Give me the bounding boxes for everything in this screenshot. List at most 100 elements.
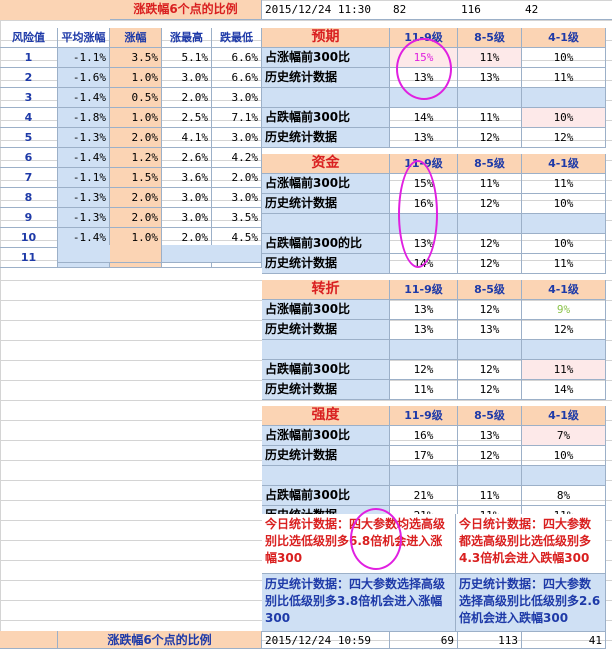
level-header: 4-1级 — [522, 406, 606, 426]
section-row-label: 占涨幅前300比 — [262, 48, 390, 68]
section-value — [522, 340, 606, 360]
section-value: 10% — [522, 446, 606, 466]
risk-cell: 4.1% — [162, 128, 212, 148]
section-value: 17% — [390, 446, 458, 466]
section-value: 12% — [458, 254, 522, 274]
risk-cell: 1.0% — [110, 108, 162, 128]
section-row-label: 历史统计数据 — [262, 320, 390, 340]
section-row-label: 历史统计数据 — [262, 446, 390, 466]
top-title: 涨跌幅6个点的比例 — [110, 0, 262, 20]
risk-cell: 3.0% — [162, 188, 212, 208]
section-value: 10% — [522, 194, 606, 214]
section-row-label — [262, 466, 390, 486]
risk-cell: 2.0% — [110, 188, 162, 208]
risk-cell: -1.3% — [58, 128, 110, 148]
risk-level: 5 — [0, 128, 58, 148]
left-header-2: 涨幅 — [110, 28, 162, 48]
section-row-label: 历史统计数据 — [262, 194, 390, 214]
hist-note-right: 历史统计数据：四大参数选择高级别比低级别多2.6倍机会进入跌幅300 — [456, 574, 606, 632]
section-value: 11% — [522, 68, 606, 88]
top-count-3: 42 — [522, 0, 612, 20]
bottom-empty — [0, 631, 58, 649]
risk-cell: -1.8% — [58, 108, 110, 128]
top-count-2: 116 — [458, 0, 522, 20]
level-header: 4-1级 — [522, 154, 606, 174]
level-header: 11-9级 — [390, 280, 458, 300]
today-note-right: 今日统计数据：四大参数都选高级别比选低级别多4.3倍机会进入跌幅300 — [456, 514, 606, 574]
section-row-label: 占涨幅前300比 — [262, 300, 390, 320]
risk-cell: 3.5% — [110, 48, 162, 68]
risk-cell: -1.6% — [58, 68, 110, 88]
risk-level: 2 — [0, 68, 58, 88]
risk-level: 1 — [0, 48, 58, 68]
section-value: 13% — [390, 128, 458, 148]
left-header-4: 跌最低 — [212, 28, 262, 48]
risk-cell: 3.0% — [212, 88, 262, 108]
risk-cell: 6.6% — [212, 48, 262, 68]
risk-level: 6 — [0, 148, 58, 168]
risk-cell: -1.1% — [58, 168, 110, 188]
section-value: 13% — [458, 68, 522, 88]
section-value — [458, 214, 522, 234]
section-value — [390, 340, 458, 360]
section-title: 预期 — [262, 28, 390, 48]
risk-cell: 2.0% — [212, 168, 262, 188]
risk-cell: 2.0% — [110, 208, 162, 228]
risk-level: 8 — [0, 188, 58, 208]
risk-cell: 7.1% — [212, 108, 262, 128]
section-value: 12% — [458, 360, 522, 380]
bottom-count-1: 69 — [390, 631, 458, 649]
risk-cell: -1.4% — [58, 148, 110, 168]
section-value: 13% — [458, 426, 522, 446]
left-header-0: 风险值 — [0, 28, 58, 48]
level-header: 8-5级 — [458, 406, 522, 426]
section-value — [522, 466, 606, 486]
section-row-label — [262, 340, 390, 360]
section-value: 10% — [522, 48, 606, 68]
section-row-label: 占跌幅前300比 — [262, 108, 390, 128]
risk-cell: -1.3% — [58, 188, 110, 208]
section-value: 13% — [390, 320, 458, 340]
section-title: 转折 — [262, 280, 390, 300]
empty-header — [0, 0, 110, 20]
section-value — [522, 88, 606, 108]
section-value: 11% — [522, 360, 606, 380]
risk-level: 3 — [0, 88, 58, 108]
section-value — [458, 340, 522, 360]
section-value: 12% — [458, 234, 522, 254]
bottom-count-2: 113 — [458, 631, 522, 649]
section-value: 10% — [522, 234, 606, 254]
top-count-1: 82 — [390, 0, 458, 20]
section-value: 11% — [458, 174, 522, 194]
bottom-title: 涨跌幅6个点的比例 — [58, 631, 262, 649]
section-value: 12% — [458, 300, 522, 320]
section-row-label: 历史统计数据 — [262, 254, 390, 274]
section-value: 12% — [390, 360, 458, 380]
section-value — [458, 466, 522, 486]
section-value: 7% — [522, 426, 606, 446]
risk-cell: 0.5% — [110, 88, 162, 108]
left-header-3: 涨最高 — [162, 28, 212, 48]
bottom-timestamp: 2015/12/24 10:59 — [262, 631, 390, 649]
section-value: 16% — [390, 426, 458, 446]
risk-cell: 5.1% — [162, 48, 212, 68]
risk-level: 7 — [0, 168, 58, 188]
risk-cell: 1.2% — [110, 148, 162, 168]
risk-cell: 3.0% — [162, 68, 212, 88]
section-row-label: 历史统计数据 — [262, 380, 390, 400]
hist-note-left: 历史统计数据：四大参数选择高级别比低级别多3.8倍机会进入涨幅300 — [262, 574, 456, 632]
section-value — [390, 466, 458, 486]
section-row-label: 占跌幅前300比 — [262, 360, 390, 380]
section-value: 13% — [390, 300, 458, 320]
section-value: 9% — [522, 300, 606, 320]
section-value: 12% — [458, 128, 522, 148]
risk-level: 10 — [0, 228, 58, 248]
risk-cell: -1.3% — [58, 208, 110, 228]
highlight-circle-1 — [396, 38, 452, 100]
highlight-circle-3 — [350, 508, 402, 570]
level-header: 11-9级 — [390, 406, 458, 426]
risk-level: 4 — [0, 108, 58, 128]
section-row-label: 占涨幅前300比 — [262, 174, 390, 194]
section-value: 11% — [458, 48, 522, 68]
risk-cell: 3.0% — [162, 208, 212, 228]
